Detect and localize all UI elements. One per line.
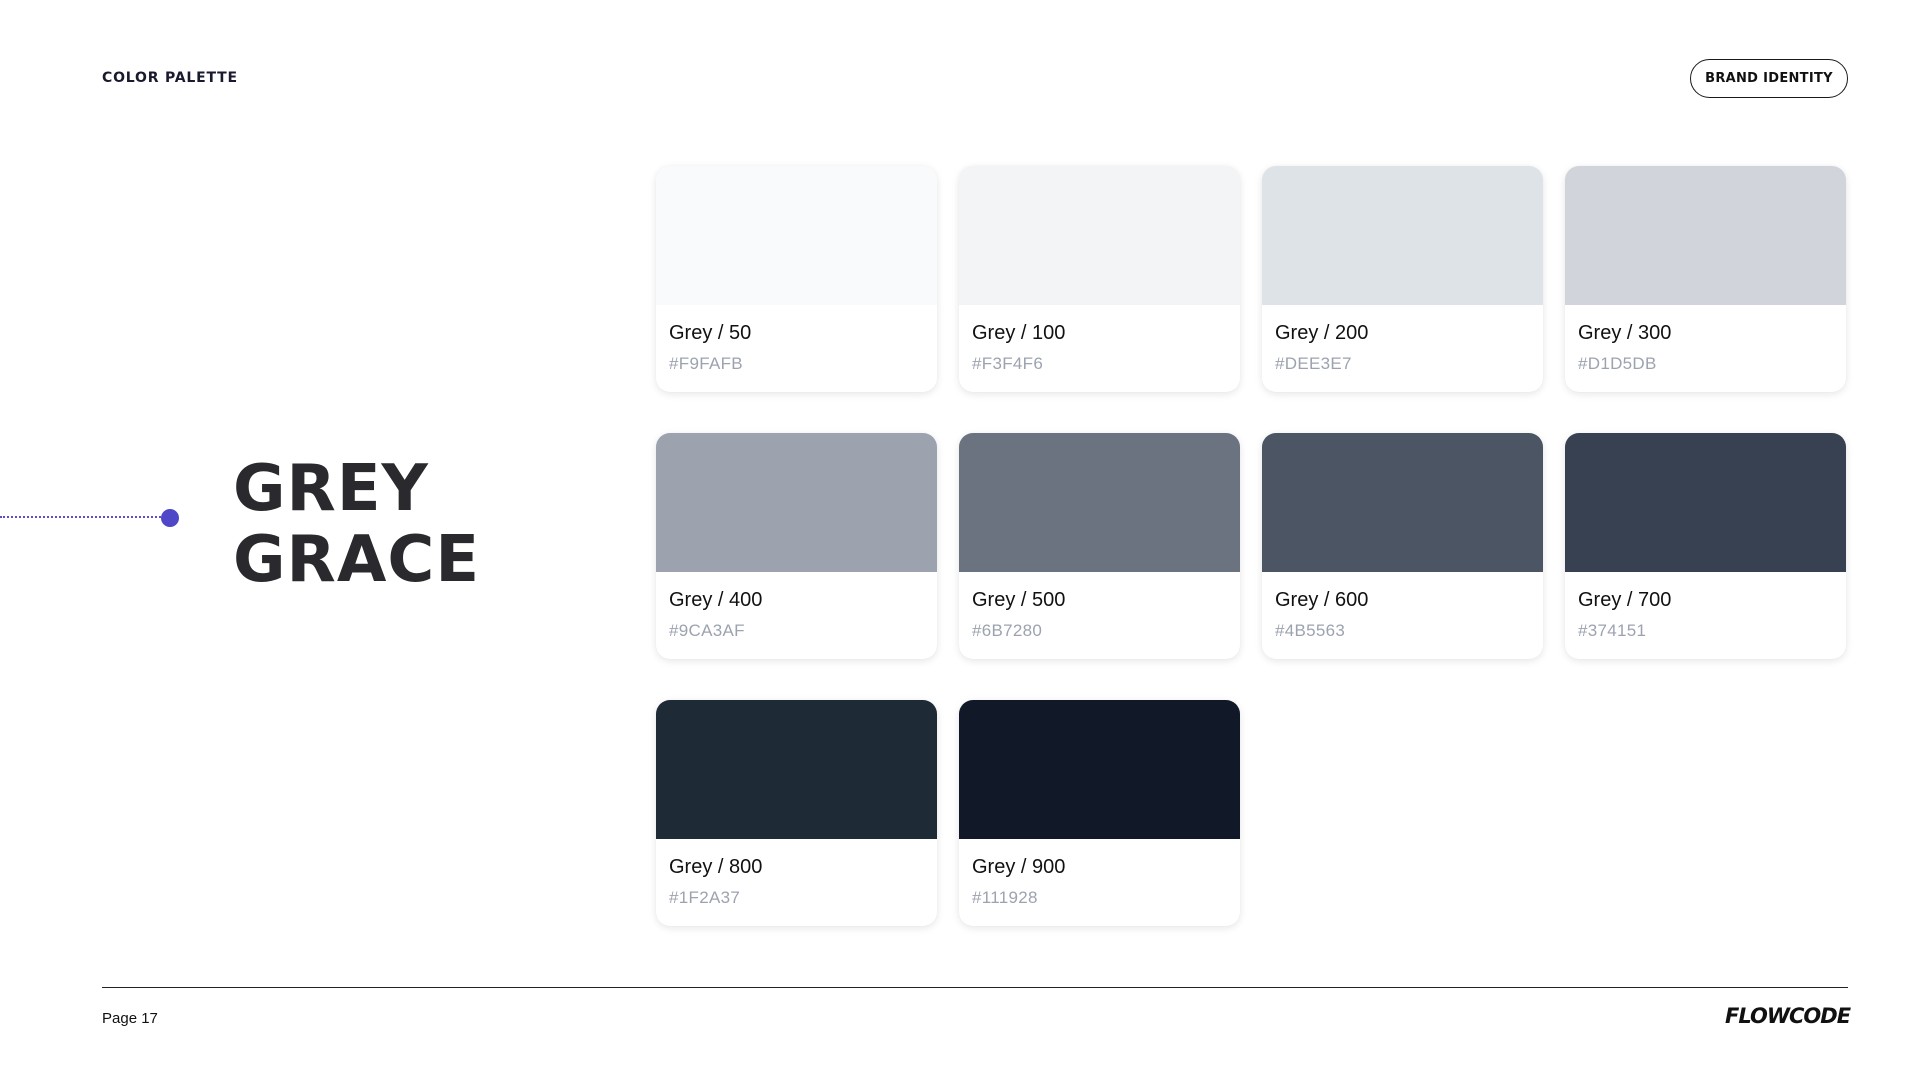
title-line-1: GREY [233, 452, 429, 526]
color-swatch [959, 433, 1240, 572]
swatch-card: Grey / 200 #DEE3E7 [1262, 166, 1543, 392]
color-swatch [1262, 166, 1543, 305]
swatch-hex: #1F2A37 [669, 888, 741, 907]
title-line-2: GRACE [233, 523, 481, 597]
swatch-name: Grey / 100 [972, 322, 1066, 344]
swatch-name: Grey / 500 [972, 589, 1066, 611]
color-swatch [1262, 433, 1543, 572]
swatch-card: Grey / 700 #374151 [1565, 433, 1846, 659]
swatch-card: Grey / 400 #9CA3AF [656, 433, 937, 659]
color-swatch [959, 166, 1240, 305]
swatch-card: Grey / 300 #D1D5DB [1565, 166, 1846, 392]
swatch-name: Grey / 600 [1275, 589, 1369, 611]
swatch-hex: #F3F4F6 [972, 354, 1044, 373]
swatch-hex: #111928 [972, 888, 1038, 907]
swatch-card: Grey / 600 #4B5563 [1262, 433, 1543, 659]
flowcode-logo: FLOWCODE [1725, 1004, 1851, 1028]
swatch-name: Grey / 900 [972, 856, 1066, 878]
swatch-card: Grey / 500 #6B7280 [959, 433, 1240, 659]
swatch-card: Grey / 50 #F9FAFB [656, 166, 937, 392]
swatch-hex: #4B5563 [1275, 621, 1346, 640]
footer-divider [102, 987, 1848, 988]
color-swatch [656, 433, 937, 572]
swatch-hex: #374151 [1578, 621, 1647, 640]
palette-title: GREY GRACE [233, 454, 633, 596]
page-number: Page 17 [102, 1010, 158, 1027]
swatch-card: Grey / 100 #F3F4F6 [959, 166, 1240, 392]
connector-line [0, 516, 164, 518]
swatch-hex: #D1D5DB [1578, 354, 1657, 373]
brand-identity-badge: BRAND IDENTITY [1690, 59, 1848, 98]
section-label: COLOR PALETTE [102, 70, 238, 86]
swatch-name: Grey / 700 [1578, 589, 1672, 611]
swatch-hex: #F9FAFB [669, 354, 743, 373]
color-swatch [1565, 433, 1846, 572]
swatch-hex: #9CA3AF [669, 621, 745, 640]
swatch-hex: #DEE3E7 [1275, 354, 1352, 373]
swatch-name: Grey / 200 [1275, 322, 1369, 344]
color-swatch [656, 700, 937, 839]
swatch-name: Grey / 300 [1578, 322, 1672, 344]
swatch-card: Grey / 800 #1F2A37 [656, 700, 937, 926]
swatch-card: Grey / 900 #111928 [959, 700, 1240, 926]
swatch-name: Grey / 800 [669, 856, 763, 878]
color-swatch [959, 700, 1240, 839]
connector-dot [161, 509, 179, 527]
color-swatch [1565, 166, 1846, 305]
color-swatch [656, 166, 937, 305]
swatch-hex: #6B7280 [972, 621, 1043, 640]
swatch-name: Grey / 50 [669, 322, 752, 344]
swatch-name: Grey / 400 [669, 589, 763, 611]
